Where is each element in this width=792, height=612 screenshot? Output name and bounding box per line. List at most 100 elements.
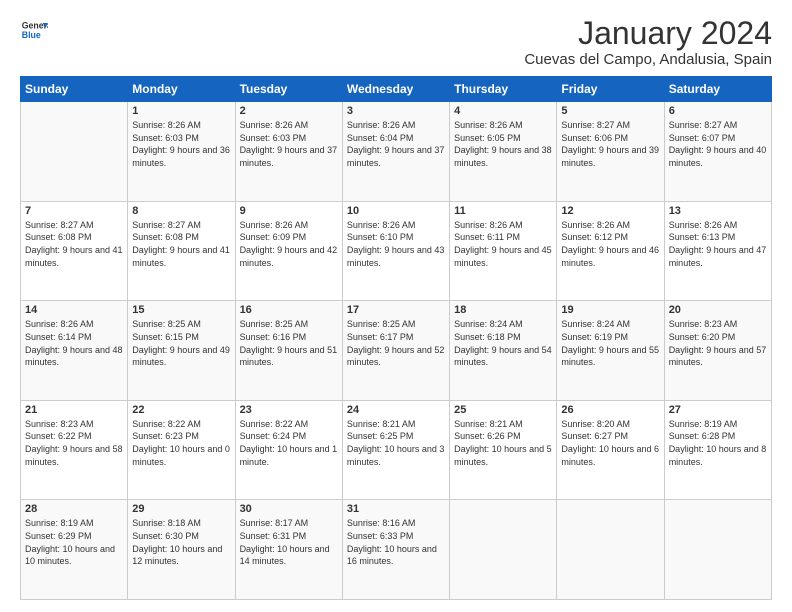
- day-info: Sunrise: 8:25 AMSunset: 6:17 PMDaylight:…: [347, 318, 445, 368]
- table-row: 13 Sunrise: 8:26 AMSunset: 6:13 PMDaylig…: [664, 201, 771, 301]
- table-row: 21 Sunrise: 8:23 AMSunset: 6:22 PMDaylig…: [21, 400, 128, 500]
- day-info: Sunrise: 8:26 AMSunset: 6:05 PMDaylight:…: [454, 119, 552, 169]
- day-number: 24: [347, 404, 445, 416]
- day-info: Sunrise: 8:21 AMSunset: 6:26 PMDaylight:…: [454, 418, 552, 468]
- day-info: Sunrise: 8:25 AMSunset: 6:15 PMDaylight:…: [132, 318, 230, 368]
- day-number: 14: [25, 304, 123, 316]
- day-info: Sunrise: 8:26 AMSunset: 6:13 PMDaylight:…: [669, 219, 767, 269]
- day-number: 9: [240, 205, 338, 217]
- table-row: 27 Sunrise: 8:19 AMSunset: 6:28 PMDaylig…: [664, 400, 771, 500]
- day-info: Sunrise: 8:26 AMSunset: 6:03 PMDaylight:…: [132, 119, 230, 169]
- table-row: 5 Sunrise: 8:27 AMSunset: 6:06 PMDayligh…: [557, 102, 664, 202]
- day-info: Sunrise: 8:26 AMSunset: 6:04 PMDaylight:…: [347, 119, 445, 169]
- day-info: Sunrise: 8:26 AMSunset: 6:03 PMDaylight:…: [240, 119, 338, 169]
- table-row: 7 Sunrise: 8:27 AMSunset: 6:08 PMDayligh…: [21, 201, 128, 301]
- day-number: 21: [25, 404, 123, 416]
- day-info: Sunrise: 8:27 AMSunset: 6:08 PMDaylight:…: [132, 219, 230, 269]
- day-number: 16: [240, 304, 338, 316]
- day-number: 22: [132, 404, 230, 416]
- day-info: Sunrise: 8:23 AMSunset: 6:22 PMDaylight:…: [25, 418, 123, 468]
- svg-text:Blue: Blue: [22, 30, 41, 40]
- header-row: Sunday Monday Tuesday Wednesday Thursday…: [21, 77, 772, 102]
- table-row: 10 Sunrise: 8:26 AMSunset: 6:10 PMDaylig…: [342, 201, 449, 301]
- day-number: 28: [25, 503, 123, 515]
- day-number: 8: [132, 205, 230, 217]
- table-row: 31 Sunrise: 8:16 AMSunset: 6:33 PMDaylig…: [342, 500, 449, 600]
- table-row: 4 Sunrise: 8:26 AMSunset: 6:05 PMDayligh…: [450, 102, 557, 202]
- table-row: 28 Sunrise: 8:19 AMSunset: 6:29 PMDaylig…: [21, 500, 128, 600]
- header: General Blue January 2024 Cuevas del Cam…: [20, 16, 772, 68]
- day-info: Sunrise: 8:19 AMSunset: 6:28 PMDaylight:…: [669, 418, 767, 468]
- day-number: 4: [454, 105, 552, 117]
- col-thursday: Thursday: [450, 77, 557, 102]
- day-number: 7: [25, 205, 123, 217]
- day-number: 13: [669, 205, 767, 217]
- table-row: 17 Sunrise: 8:25 AMSunset: 6:17 PMDaylig…: [342, 301, 449, 401]
- table-row: [557, 500, 664, 600]
- table-row: 30 Sunrise: 8:17 AMSunset: 6:31 PMDaylig…: [235, 500, 342, 600]
- day-number: 1: [132, 105, 230, 117]
- table-row: 19 Sunrise: 8:24 AMSunset: 6:19 PMDaylig…: [557, 301, 664, 401]
- day-info: Sunrise: 8:17 AMSunset: 6:31 PMDaylight:…: [240, 517, 338, 567]
- table-row: 14 Sunrise: 8:26 AMSunset: 6:14 PMDaylig…: [21, 301, 128, 401]
- col-sunday: Sunday: [21, 77, 128, 102]
- day-info: Sunrise: 8:23 AMSunset: 6:20 PMDaylight:…: [669, 318, 767, 368]
- day-info: Sunrise: 8:24 AMSunset: 6:19 PMDaylight:…: [561, 318, 659, 368]
- calendar-week-4: 28 Sunrise: 8:19 AMSunset: 6:29 PMDaylig…: [21, 500, 772, 600]
- day-info: Sunrise: 8:26 AMSunset: 6:10 PMDaylight:…: [347, 219, 445, 269]
- page: General Blue January 2024 Cuevas del Cam…: [0, 0, 792, 612]
- table-row: 23 Sunrise: 8:22 AMSunset: 6:24 PMDaylig…: [235, 400, 342, 500]
- day-number: 19: [561, 304, 659, 316]
- day-number: 6: [669, 105, 767, 117]
- table-row: 6 Sunrise: 8:27 AMSunset: 6:07 PMDayligh…: [664, 102, 771, 202]
- title-block: January 2024 Cuevas del Campo, Andalusia…: [524, 16, 772, 68]
- calendar-week-2: 14 Sunrise: 8:26 AMSunset: 6:14 PMDaylig…: [21, 301, 772, 401]
- col-saturday: Saturday: [664, 77, 771, 102]
- calendar-week-0: 1 Sunrise: 8:26 AMSunset: 6:03 PMDayligh…: [21, 102, 772, 202]
- day-number: 2: [240, 105, 338, 117]
- month-title: January 2024: [524, 16, 772, 51]
- day-info: Sunrise: 8:26 AMSunset: 6:14 PMDaylight:…: [25, 318, 123, 368]
- day-number: 26: [561, 404, 659, 416]
- table-row: 16 Sunrise: 8:25 AMSunset: 6:16 PMDaylig…: [235, 301, 342, 401]
- day-number: 12: [561, 205, 659, 217]
- day-number: 18: [454, 304, 552, 316]
- day-info: Sunrise: 8:24 AMSunset: 6:18 PMDaylight:…: [454, 318, 552, 368]
- day-info: Sunrise: 8:22 AMSunset: 6:23 PMDaylight:…: [132, 418, 230, 468]
- table-row: 25 Sunrise: 8:21 AMSunset: 6:26 PMDaylig…: [450, 400, 557, 500]
- calendar-week-3: 21 Sunrise: 8:23 AMSunset: 6:22 PMDaylig…: [21, 400, 772, 500]
- day-number: 17: [347, 304, 445, 316]
- table-row: 18 Sunrise: 8:24 AMSunset: 6:18 PMDaylig…: [450, 301, 557, 401]
- location-title: Cuevas del Campo, Andalusia, Spain: [524, 51, 772, 68]
- day-number: 20: [669, 304, 767, 316]
- day-info: Sunrise: 8:20 AMSunset: 6:27 PMDaylight:…: [561, 418, 659, 468]
- day-info: Sunrise: 8:26 AMSunset: 6:11 PMDaylight:…: [454, 219, 552, 269]
- day-info: Sunrise: 8:22 AMSunset: 6:24 PMDaylight:…: [240, 418, 338, 468]
- table-row: 1 Sunrise: 8:26 AMSunset: 6:03 PMDayligh…: [128, 102, 235, 202]
- calendar-week-1: 7 Sunrise: 8:27 AMSunset: 6:08 PMDayligh…: [21, 201, 772, 301]
- day-info: Sunrise: 8:16 AMSunset: 6:33 PMDaylight:…: [347, 517, 445, 567]
- day-number: 29: [132, 503, 230, 515]
- logo: General Blue: [20, 16, 48, 44]
- table-row: 9 Sunrise: 8:26 AMSunset: 6:09 PMDayligh…: [235, 201, 342, 301]
- day-info: Sunrise: 8:27 AMSunset: 6:08 PMDaylight:…: [25, 219, 123, 269]
- day-number: 3: [347, 105, 445, 117]
- calendar-table: Sunday Monday Tuesday Wednesday Thursday…: [20, 76, 772, 600]
- day-info: Sunrise: 8:19 AMSunset: 6:29 PMDaylight:…: [25, 517, 123, 567]
- table-row: 12 Sunrise: 8:26 AMSunset: 6:12 PMDaylig…: [557, 201, 664, 301]
- table-row: 29 Sunrise: 8:18 AMSunset: 6:30 PMDaylig…: [128, 500, 235, 600]
- day-number: 25: [454, 404, 552, 416]
- day-info: Sunrise: 8:25 AMSunset: 6:16 PMDaylight:…: [240, 318, 338, 368]
- day-info: Sunrise: 8:26 AMSunset: 6:09 PMDaylight:…: [240, 219, 338, 269]
- day-info: Sunrise: 8:26 AMSunset: 6:12 PMDaylight:…: [561, 219, 659, 269]
- table-row: 8 Sunrise: 8:27 AMSunset: 6:08 PMDayligh…: [128, 201, 235, 301]
- day-number: 10: [347, 205, 445, 217]
- table-row: 20 Sunrise: 8:23 AMSunset: 6:20 PMDaylig…: [664, 301, 771, 401]
- day-number: 31: [347, 503, 445, 515]
- table-row: [664, 500, 771, 600]
- table-row: 2 Sunrise: 8:26 AMSunset: 6:03 PMDayligh…: [235, 102, 342, 202]
- day-number: 27: [669, 404, 767, 416]
- table-row: [450, 500, 557, 600]
- day-number: 23: [240, 404, 338, 416]
- day-number: 5: [561, 105, 659, 117]
